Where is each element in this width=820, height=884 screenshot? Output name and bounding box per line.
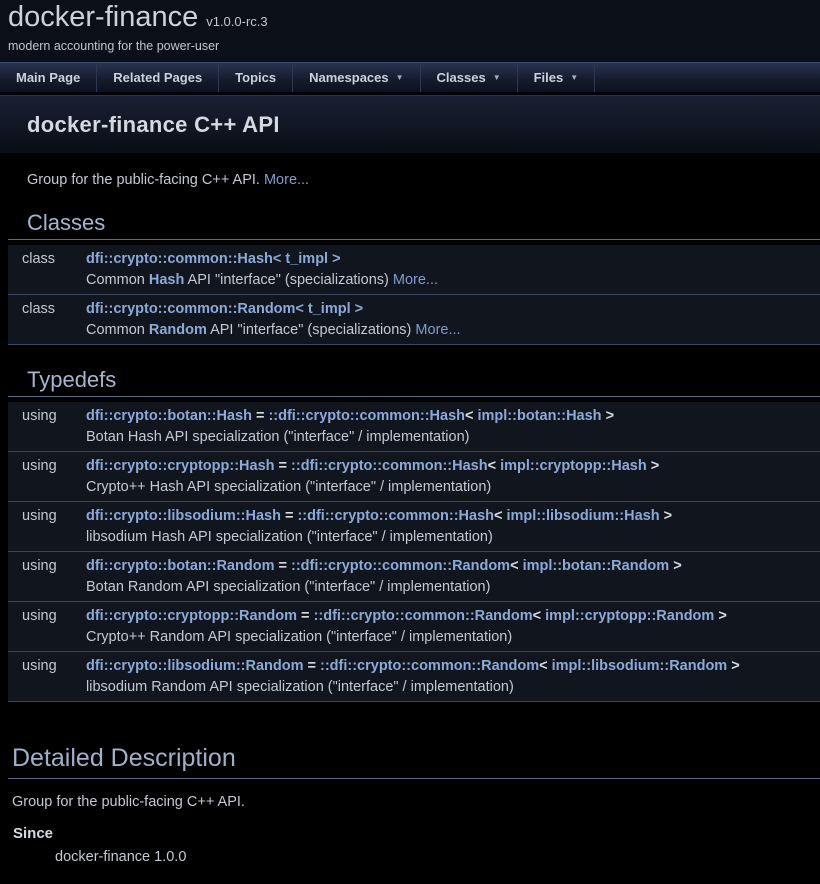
more-link[interactable]: More... <box>393 272 438 288</box>
typedef-kind: using <box>8 552 86 577</box>
class-link[interactable]: dfi::crypto::common::Hash< t_impl > <box>86 251 341 267</box>
project-header: docker-finance v1.0.0-rc.3 modern account… <box>0 0 820 62</box>
tab-namespaces[interactable]: Namespaces ▼ <box>293 63 420 92</box>
main-nav: Main Page Related Pages Topics Namespace… <box>0 62 820 92</box>
class-row: class dfi::crypto::common::Random< t_imp… <box>8 295 820 320</box>
tab-label: Related Pages <box>113 70 202 85</box>
tab-label: Classes <box>437 70 486 85</box>
class-desc-link[interactable]: Hash <box>149 272 184 288</box>
class-desc-link[interactable]: Random <box>149 322 207 338</box>
chevron-down-icon: ▼ <box>396 73 404 82</box>
intro-text: Group for the public-facing C++ API. <box>27 172 260 188</box>
intro-paragraph: Group for the public-facing C++ API. Mor… <box>27 172 820 188</box>
tab-topics[interactable]: Topics <box>219 63 293 92</box>
class-row: class dfi::crypto::common::Hash< t_impl … <box>8 245 820 270</box>
typedef-kind: using <box>8 652 86 677</box>
typedef-common-link[interactable]: ::dfi::crypto::common::Hash <box>268 408 465 424</box>
since-label: Since <box>13 825 820 842</box>
tab-related-pages[interactable]: Related Pages <box>97 63 219 92</box>
page-title: docker-finance C++ API <box>27 112 280 138</box>
detail-paragraph: Group for the public-facing C++ API. <box>12 794 820 810</box>
detailed-description-heading: Detailed Description <box>8 744 820 779</box>
tab-files[interactable]: Files ▼ <box>518 63 596 92</box>
typedef-impl-link[interactable]: impl::cryptopp::Random <box>545 608 714 624</box>
typedefs-table: using dfi::crypto::botan::Hash = ::dfi::… <box>8 402 820 702</box>
more-link[interactable]: More... <box>264 172 309 188</box>
typedef-desc-row: Crypto++ Hash API specialization ("inter… <box>8 477 820 501</box>
tab-label: Namespaces <box>309 70 389 85</box>
typedef-impl-link[interactable]: impl::cryptopp::Hash <box>500 458 647 474</box>
tab-classes[interactable]: Classes ▼ <box>421 63 518 92</box>
class-kind: class <box>8 295 86 320</box>
typedef-kind: using <box>8 402 86 427</box>
typedef-common-link[interactable]: ::dfi::crypto::common::Hash <box>297 508 494 524</box>
typedef-impl-link[interactable]: impl::botan::Hash <box>478 408 602 424</box>
row-separator <box>8 344 820 345</box>
typedef-row: using dfi::crypto::botan::Hash = ::dfi::… <box>8 402 820 427</box>
tab-label: Topics <box>235 70 276 85</box>
typedef-desc-row: libsodium Hash API specialization ("inte… <box>8 527 820 551</box>
typedefs-heading: Typedefs <box>8 367 820 397</box>
chevron-down-icon: ▼ <box>570 73 578 82</box>
class-kind: class <box>8 245 86 270</box>
class-link[interactable]: dfi::crypto::common::Random< t_impl > <box>86 301 363 317</box>
typedef-row: using dfi::crypto::libsodium::Hash = ::d… <box>8 502 820 527</box>
project-brief: modern accounting for the power-user <box>8 39 820 53</box>
tab-main-page[interactable]: Main Page <box>0 63 97 92</box>
typedef-row: using dfi::crypto::botan::Random = ::dfi… <box>8 552 820 577</box>
typedef-common-link[interactable]: ::dfi::crypto::common::Random <box>314 608 533 624</box>
tab-label: Files <box>534 70 564 85</box>
typedef-row: using dfi::crypto::cryptopp::Random = ::… <box>8 602 820 627</box>
classes-heading: Classes <box>8 210 820 240</box>
typedef-kind: using <box>8 502 86 527</box>
typedef-impl-link[interactable]: impl::libsodium::Hash <box>507 508 660 524</box>
since-value: docker-finance 1.0.0 <box>55 849 820 865</box>
project-version: v1.0.0-rc.3 <box>206 14 267 29</box>
since-block: Since docker-finance 1.0.0 <box>13 825 820 865</box>
typedef-row: using dfi::crypto::libsodium::Random = :… <box>8 652 820 677</box>
typedef-kind: using <box>8 452 86 477</box>
class-desc-row: Common Random API "interface" (specializ… <box>8 320 820 344</box>
chevron-down-icon: ▼ <box>493 73 501 82</box>
typedef-name-link[interactable]: dfi::crypto::botan::Random <box>86 558 274 574</box>
row-separator <box>8 701 820 702</box>
more-link[interactable]: More... <box>415 322 460 338</box>
typedef-kind: using <box>8 602 86 627</box>
typedef-name-link[interactable]: dfi::crypto::botan::Hash <box>86 408 252 424</box>
typedef-row: using dfi::crypto::cryptopp::Hash = ::df… <box>8 452 820 477</box>
typedef-desc-row: Botan Hash API specialization ("interfac… <box>8 427 820 451</box>
typedef-impl-link[interactable]: impl::libsodium::Random <box>552 658 728 674</box>
page-contents: Group for the public-facing C++ API. Mor… <box>0 172 820 865</box>
class-desc-row: Common Hash API "interface" (specializat… <box>8 270 820 294</box>
typedef-name-link[interactable]: dfi::crypto::libsodium::Hash <box>86 508 281 524</box>
typedef-common-link[interactable]: ::dfi::crypto::common::Random <box>320 658 539 674</box>
typedef-name-link[interactable]: dfi::crypto::cryptopp::Random <box>86 608 297 624</box>
typedef-common-link[interactable]: ::dfi::crypto::common::Hash <box>291 458 488 474</box>
typedef-desc-row: Botan Random API specialization ("interf… <box>8 577 820 601</box>
typedef-name-link[interactable]: dfi::crypto::libsodium::Random <box>86 658 303 674</box>
typedef-desc-row: Crypto++ Random API specialization ("int… <box>8 627 820 651</box>
typedef-desc-row: libsodium Random API specialization ("in… <box>8 677 820 701</box>
typedef-impl-link[interactable]: impl::botan::Random <box>523 558 670 574</box>
project-name: docker-finance <box>8 1 198 33</box>
typedef-name-link[interactable]: dfi::crypto::cryptopp::Hash <box>86 458 275 474</box>
page-title-band: docker-finance C++ API <box>0 95 820 153</box>
typedef-common-link[interactable]: ::dfi::crypto::common::Random <box>291 558 510 574</box>
classes-table: class dfi::crypto::common::Hash< t_impl … <box>8 245 820 345</box>
tab-label: Main Page <box>16 70 80 85</box>
